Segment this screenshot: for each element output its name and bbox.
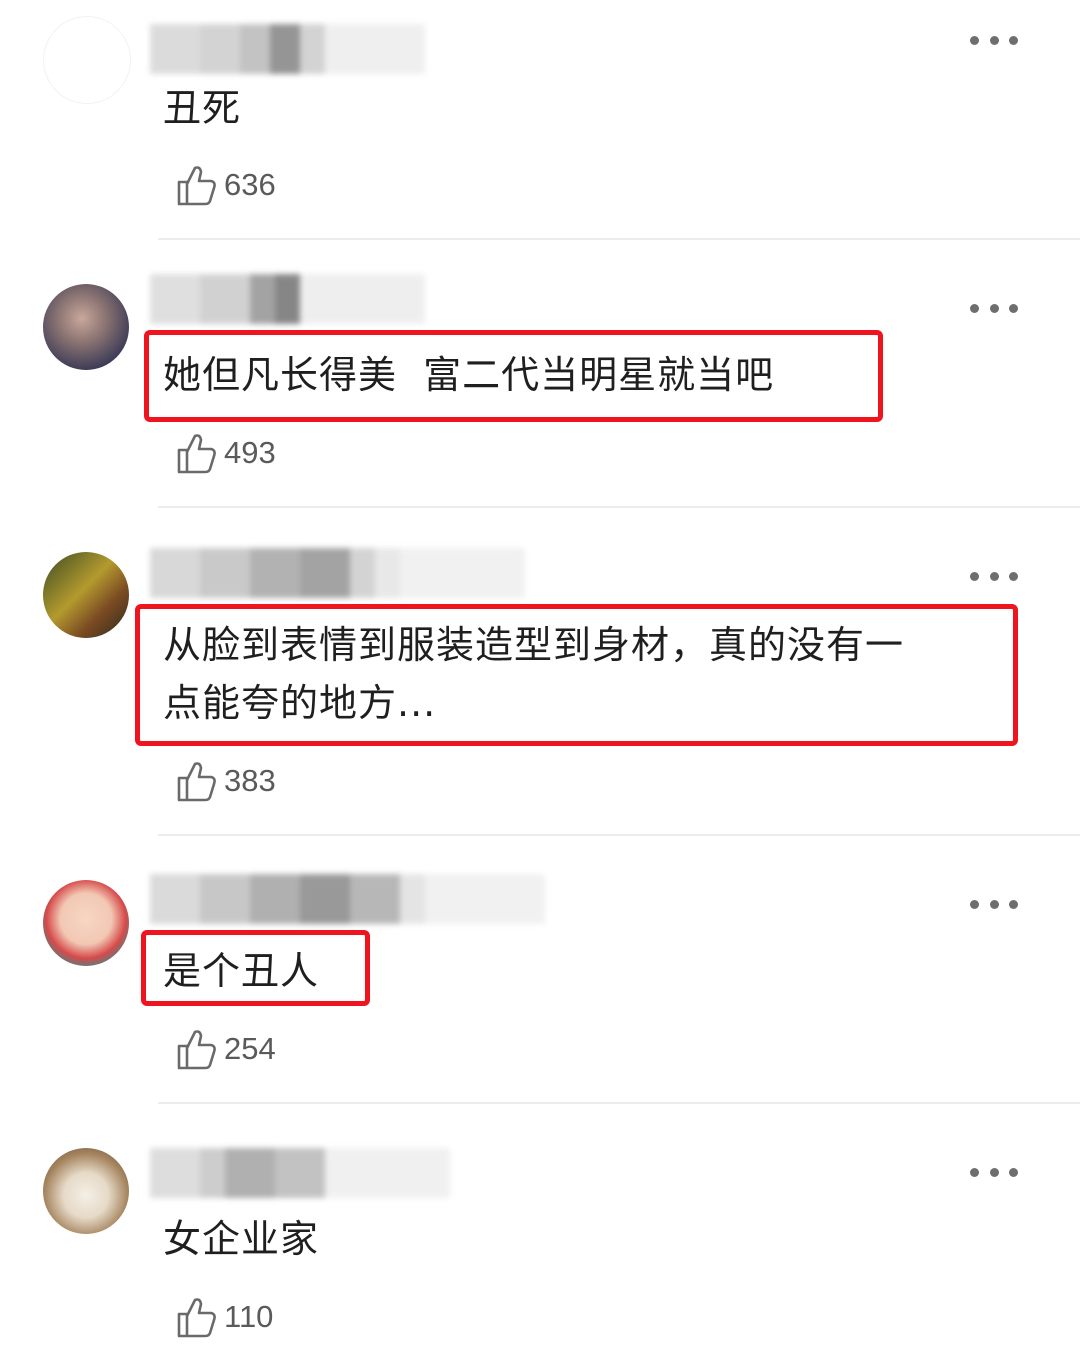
comment-item: 女企业家 110: [0, 1104, 1080, 1352]
more-options-button[interactable]: [970, 1164, 1018, 1180]
avatar[interactable]: [43, 284, 129, 370]
comment-item: 是个丑人 254: [0, 836, 1080, 1104]
like-button[interactable]: 636: [174, 162, 276, 208]
thumbs-up-icon: [177, 762, 216, 802]
like-button[interactable]: 493: [174, 430, 276, 476]
like-count: 254: [224, 1031, 276, 1066]
avatar[interactable]: [43, 16, 131, 104]
like-button[interactable]: 254: [174, 1026, 276, 1072]
username-blurred[interactable]: [150, 274, 425, 324]
avatar[interactable]: [43, 552, 129, 638]
thumbs-up-icon: [177, 1298, 216, 1338]
comment-text: 她但凡长得美 富二代当明星就当吧: [163, 353, 775, 397]
more-options-button[interactable]: [970, 568, 1018, 584]
comment-item: 从脸到表情到服装造型到身材，真的没有一 点能夸的地方... 383: [0, 508, 1080, 836]
thumbs-up-icon: [177, 434, 216, 474]
comment-text: 从脸到表情到服装造型到身材，真的没有一 点能夸的地方...: [163, 623, 905, 725]
username-blurred[interactable]: [150, 1148, 450, 1198]
username-blurred[interactable]: [150, 24, 425, 74]
avatar[interactable]: [43, 1148, 129, 1234]
like-count: 636: [224, 167, 276, 202]
username-blurred[interactable]: [150, 874, 545, 924]
like-button[interactable]: 383: [174, 758, 276, 804]
more-options-button[interactable]: [970, 32, 1018, 48]
comment-text: 女企业家: [163, 1217, 320, 1261]
like-count: 383: [224, 763, 276, 798]
like-count: 110: [224, 1299, 274, 1334]
username-blurred[interactable]: [150, 548, 525, 598]
more-options-button[interactable]: [970, 300, 1018, 316]
more-options-button[interactable]: [970, 896, 1018, 912]
like-button[interactable]: 110: [174, 1294, 273, 1340]
comment-item: 丑死 636: [0, 0, 1080, 240]
avatar[interactable]: [43, 880, 129, 966]
comment-text: 是个丑人: [163, 949, 320, 993]
comment-item: 她但凡长得美 富二代当明星就当吧 493: [0, 240, 1080, 508]
thumbs-up-icon: [177, 1030, 216, 1070]
thumbs-up-icon: [177, 166, 216, 206]
comment-text: 丑死: [163, 86, 242, 130]
like-count: 493: [224, 435, 276, 470]
